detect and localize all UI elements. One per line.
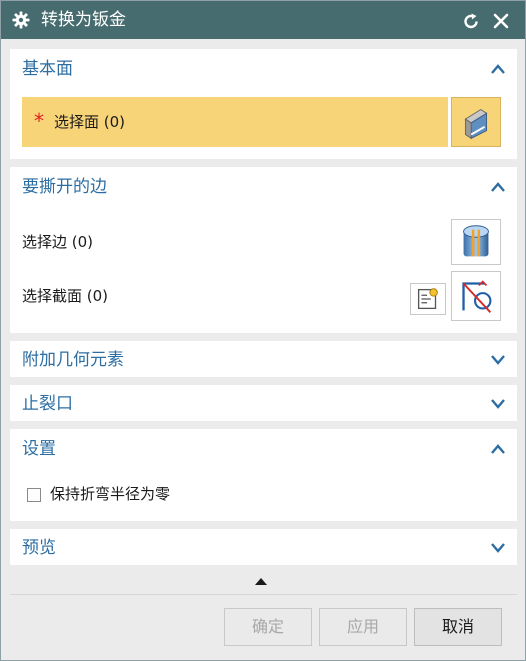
chevron-down-icon[interactable] bbox=[490, 540, 506, 554]
section-preview[interactable]: 预览 bbox=[10, 529, 517, 565]
section-header-settings[interactable]: 设置 bbox=[10, 429, 517, 469]
section-title: 基本面 bbox=[22, 59, 73, 79]
close-icon[interactable] bbox=[491, 11, 511, 31]
section-title: 要撕开的边 bbox=[22, 177, 107, 197]
edge-select-icon bbox=[463, 225, 489, 257]
convert-to-sheet-metal-dialog: 转换为钣金 基本面 * 选择面 (0) 要撕开的边 选择边 (0) 选择截面 (… bbox=[0, 0, 526, 661]
section-base-face: 基本面 * 选择面 (0) bbox=[10, 49, 517, 159]
section-edges-to-rip: 要撕开的边 选择边 (0) 选择截面 (0) bbox=[10, 167, 517, 333]
select-edge-button[interactable] bbox=[451, 219, 501, 265]
sketch-section-button[interactable] bbox=[410, 283, 446, 315]
face-select-icon bbox=[464, 108, 488, 140]
curve-select-icon bbox=[462, 280, 492, 313]
section-header-edges-to-rip[interactable]: 要撕开的边 bbox=[10, 167, 517, 207]
section-title: 附加几何元素 bbox=[22, 350, 124, 370]
section-title: 预览 bbox=[22, 538, 56, 558]
apply-button[interactable]: 应用 bbox=[319, 608, 407, 646]
keep-zero-radius-checkbox[interactable] bbox=[27, 488, 41, 502]
required-marker: * bbox=[34, 109, 44, 133]
chevron-down-icon[interactable] bbox=[490, 396, 506, 410]
ok-button[interactable]: 确定 bbox=[224, 608, 312, 646]
select-face-button[interactable] bbox=[451, 97, 501, 147]
gear-icon[interactable] bbox=[12, 11, 30, 29]
sketch-icon bbox=[417, 288, 438, 310]
dialog-title: 转换为钣金 bbox=[41, 10, 126, 30]
chevron-up-icon[interactable] bbox=[490, 62, 506, 76]
select-face-field[interactable]: * 选择面 (0) bbox=[22, 97, 448, 147]
keep-zero-radius-label[interactable]: 保持折弯半径为零 bbox=[50, 484, 170, 504]
section-title: 止裂口 bbox=[22, 394, 73, 414]
section-title: 设置 bbox=[22, 439, 56, 459]
dialog-titlebar: 转换为钣金 bbox=[1, 1, 525, 39]
select-section-label: 选择截面 (0) bbox=[22, 287, 109, 305]
select-face-label: 选择面 (0) bbox=[54, 113, 126, 131]
section-additional-geometry[interactable]: 附加几何元素 bbox=[10, 341, 517, 377]
cancel-button[interactable]: 取消 bbox=[414, 608, 502, 646]
reset-icon[interactable] bbox=[461, 11, 481, 31]
chevron-up-icon[interactable] bbox=[490, 442, 506, 456]
chevron-up-icon[interactable] bbox=[490, 180, 506, 194]
footer-divider bbox=[10, 594, 517, 595]
expand-collapse-icon[interactable] bbox=[254, 576, 268, 586]
chevron-down-icon[interactable] bbox=[490, 352, 506, 366]
select-edge-label: 选择边 (0) bbox=[22, 233, 94, 251]
curve-section-button[interactable] bbox=[451, 271, 501, 321]
section-header-base-face[interactable]: 基本面 bbox=[10, 49, 517, 89]
section-relief[interactable]: 止裂口 bbox=[10, 385, 517, 421]
section-settings: 设置 保持折弯半径为零 bbox=[10, 429, 517, 521]
